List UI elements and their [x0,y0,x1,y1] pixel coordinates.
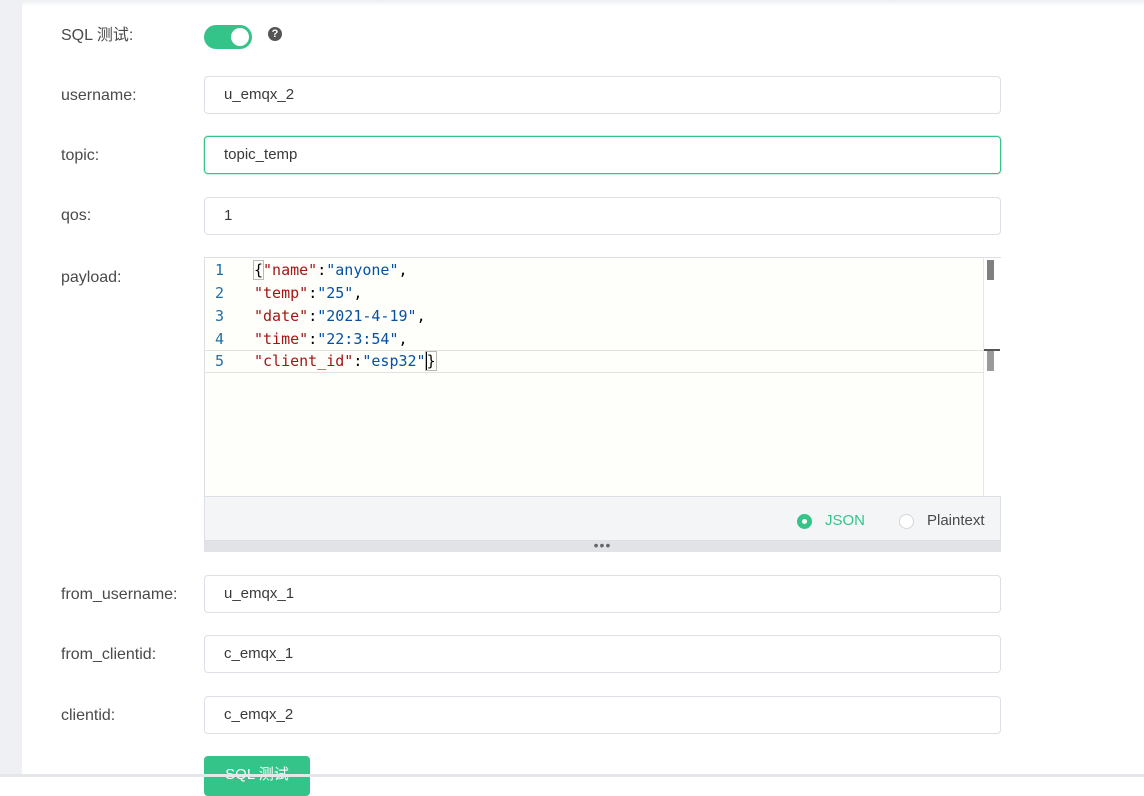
json-string: "2021-4-19" [317,307,417,325]
code-text: "date":"2021-4-19", [254,305,426,328]
from-username-input[interactable]: u_emqx_1 [204,575,1001,613]
sql-test-label: SQL 测试: [61,27,134,44]
json-punctuation: : [308,307,318,325]
json-punctuation: { [252,260,265,280]
json-key: "name" [263,261,318,279]
line-number: 3 [215,307,225,325]
json-key: "client_id" [254,352,354,370]
json-key: "date" [254,307,309,325]
json-punctuation: , [353,284,363,302]
payload-code-editor[interactable]: 1 {"name":"anyone", 2 "temp":"25", 3 "date"… [204,257,1001,497]
code-text: "time":"22:3:54", [254,328,408,351]
json-punctuation: : [308,330,318,348]
code-text: "temp":"25", [254,282,362,305]
plaintext-radio[interactable] [899,514,914,529]
topic-label: topic: [61,147,100,164]
from-clientid-label: from_clientid: [61,646,157,663]
qos-input[interactable]: 1 [204,197,1001,235]
line-number: 4 [215,330,225,348]
sql-test-toggle[interactable] [204,25,252,49]
username-label: username: [61,87,137,104]
payload-label: payload: [61,269,122,286]
code-text: {"name":"anyone", [252,259,408,282]
left-sidebar-edge [0,0,22,777]
editor-resize-handle[interactable]: ••• [204,538,1001,552]
json-punctuation: : [317,261,327,279]
question-circle-icon[interactable]: ? [268,27,282,41]
line-number: 1 [215,261,225,279]
line-number: 5 [215,352,225,370]
from-username-label: from_username: [61,586,178,603]
clientid-input[interactable]: c_emqx_2 [204,696,1001,734]
json-string: "esp32" [362,352,426,370]
from-clientid-input[interactable]: c_emqx_1 [204,635,1001,673]
qos-label: qos: [61,207,92,224]
clientid-label: clientid: [61,707,116,724]
json-string: "22:3:54" [317,330,399,348]
json-string: "anyone" [326,261,399,279]
toggle-knob [231,28,249,46]
code-line: 4 "time":"22:3:54", [205,328,985,351]
scrollbar-cursor-marker [984,349,1000,372]
json-punctuation: : [308,284,318,302]
payload-format-bar: JSON Plaintext [204,496,1001,541]
topic-input[interactable]: topic_temp [204,136,1001,174]
json-punctuation: } [424,351,437,371]
line-number: 2 [215,284,225,302]
json-punctuation: , [398,261,408,279]
scrollbar-thumb[interactable] [987,260,994,280]
json-key: "temp" [254,284,309,302]
code-line: 2 "temp":"25", [205,282,985,305]
code-line: 3 "date":"2021-4-19", [205,305,985,328]
username-input[interactable]: u_emqx_2 [204,76,1001,114]
code-text: "client_id":"esp32"} [254,351,437,372]
top-shadow [22,0,1144,6]
json-punctuation: , [416,307,426,325]
json-string: "25" [317,284,354,302]
plaintext-radio-label[interactable]: Plaintext [927,511,985,531]
json-radio[interactable] [797,514,812,529]
code-line-active: 5 "client_id":"esp32"} [205,350,985,373]
json-key: "time" [254,330,309,348]
code-line: 1 {"name":"anyone", [205,259,985,282]
json-punctuation: , [398,330,408,348]
json-radio-label[interactable]: JSON [825,511,865,531]
editor-scrollbar[interactable] [983,258,1001,496]
